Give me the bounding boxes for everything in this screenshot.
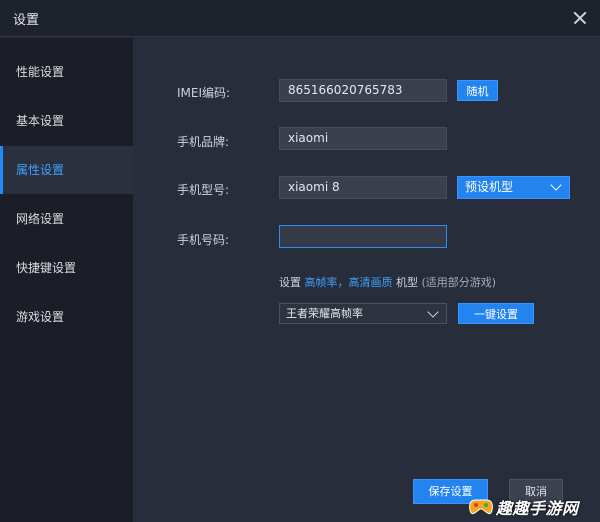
settings-window: 设置 性能设置 基本设置 属性设置 网络设置 快捷键设置 游戏设置 IMEI编码… xyxy=(0,0,600,522)
model-input[interactable]: xiaomi 8 xyxy=(279,176,447,199)
sidebar-item-label: 基本设置 xyxy=(16,114,65,128)
one-click-apply-button[interactable]: 一键设置 xyxy=(458,303,534,324)
sidebar-item-label: 网络设置 xyxy=(16,212,65,226)
title-bar: 设置 xyxy=(0,0,600,37)
sidebar-item-shortcuts[interactable]: 快捷键设置 xyxy=(0,244,133,292)
watermark-logo: 趣趣手游网 xyxy=(466,492,596,520)
window-title: 设置 xyxy=(13,13,40,28)
model-label: 手机型号: xyxy=(177,183,230,197)
preset-model-label: 预设机型 xyxy=(465,180,514,194)
preset-hint: 设置 高帧率，高清画质 机型 (适用部分游戏) xyxy=(279,274,496,290)
game-preset-dropdown[interactable]: 王者荣耀高帧率 xyxy=(279,303,447,324)
hint-note: (适用部分游戏) xyxy=(421,276,497,289)
sidebar-item-label: 快捷键设置 xyxy=(16,261,77,275)
sidebar-item-network[interactable]: 网络设置 xyxy=(0,195,133,243)
chevron-down-icon xyxy=(551,183,561,193)
sidebar: 性能设置 基本设置 属性设置 网络设置 快捷键设置 游戏设置 xyxy=(0,38,133,522)
chevron-down-icon xyxy=(428,310,438,320)
hint-suffix: 机型 xyxy=(396,276,418,289)
sidebar-item-label: 性能设置 xyxy=(16,65,65,79)
game-preset-value: 王者荣耀高帧率 xyxy=(286,307,363,320)
sidebar-item-basic[interactable]: 基本设置 xyxy=(0,97,133,145)
hint-prefix: 设置 xyxy=(279,276,301,289)
imei-label: IMEI编码: xyxy=(177,86,231,100)
imei-input[interactable]: 865166020765783 xyxy=(279,79,447,102)
hint-highlight: 高帧率，高清画质 xyxy=(304,276,393,289)
brand-input[interactable]: xiaomi xyxy=(279,127,447,150)
random-imei-button[interactable]: 随机 xyxy=(457,80,498,101)
sidebar-item-game[interactable]: 游戏设置 xyxy=(0,293,133,341)
sidebar-item-properties[interactable]: 属性设置 xyxy=(0,146,133,194)
phone-input[interactable] xyxy=(279,225,447,248)
sidebar-item-label: 游戏设置 xyxy=(16,310,65,324)
phone-label: 手机号码: xyxy=(177,233,230,247)
sidebar-item-performance[interactable]: 性能设置 xyxy=(0,48,133,96)
properties-panel: IMEI编码: 865166020765783 随机 手机品牌: xiaomi … xyxy=(133,38,600,522)
sidebar-item-label: 属性设置 xyxy=(16,163,65,177)
close-icon[interactable] xyxy=(568,6,592,30)
brand-label: 手机品牌: xyxy=(177,135,230,149)
watermark-text: 趣趣手游网 xyxy=(496,499,579,518)
gamepad-icon xyxy=(469,499,493,515)
preset-model-dropdown[interactable]: 预设机型 xyxy=(457,176,570,199)
